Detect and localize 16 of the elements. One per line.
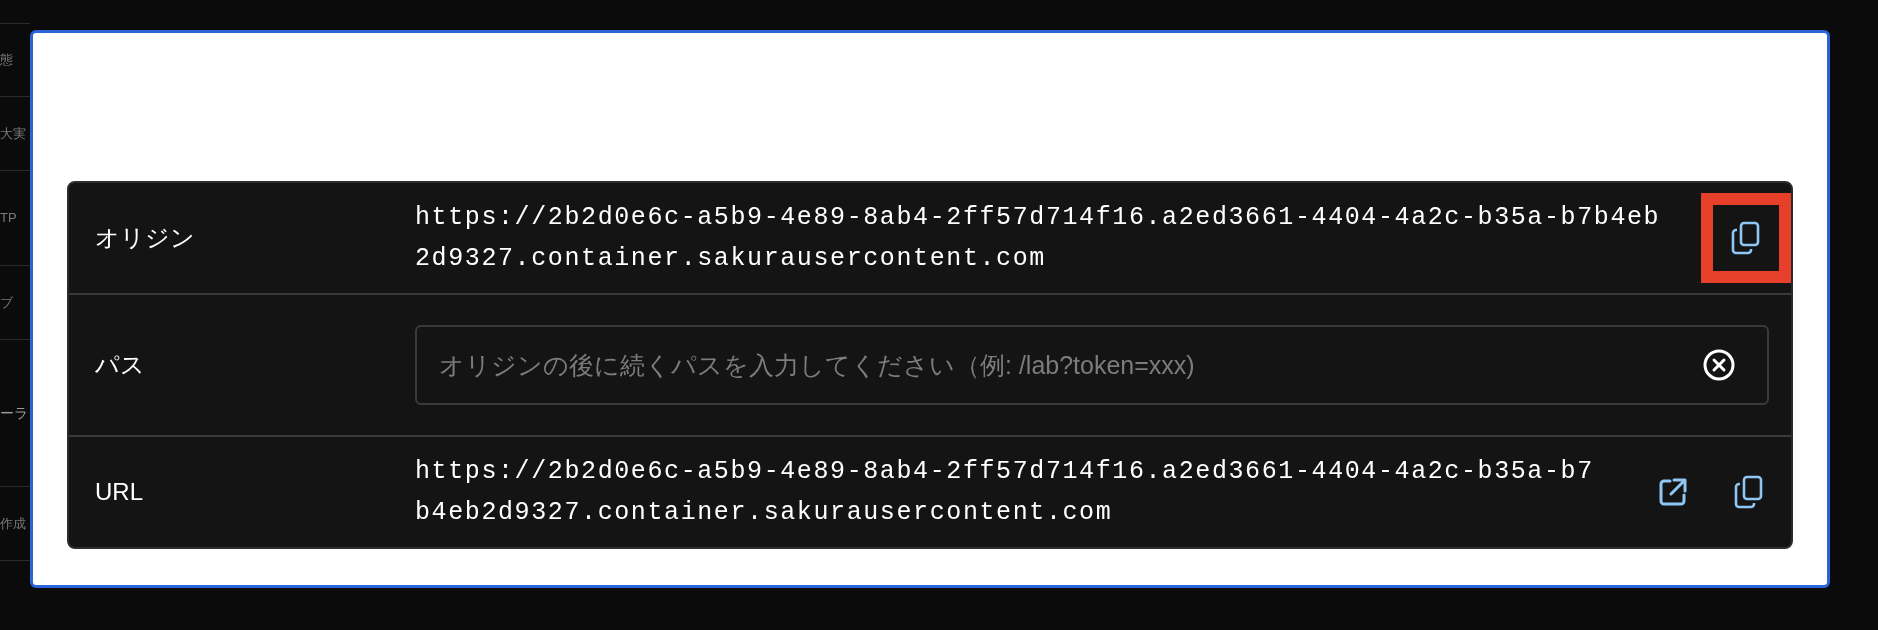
row-label: ブ bbox=[0, 293, 13, 312]
external-link-icon bbox=[1658, 477, 1688, 507]
field-label: パス bbox=[94, 350, 146, 380]
row-label: 態 bbox=[0, 51, 13, 70]
row-label: TP bbox=[0, 209, 17, 228]
path-input-field[interactable]: オリジンの後に続くパスを入力してください（例: /lab?token=xxx) bbox=[415, 325, 1769, 405]
clear-icon bbox=[1702, 348, 1736, 382]
copy-icon bbox=[1734, 475, 1764, 509]
field-label: オリジン bbox=[94, 223, 196, 253]
url-text: https://2b2d0e6c-a5b9-4e89-8ab4-2ff57d714f16.a2ed3661-4404-4a2c-b35a-b7b4eb2d9327.container.sakurausercontent.com bbox=[415, 202, 1662, 275]
url-text: https://2b2d0e6c-a5b9-4e89-8ab4-2ff57d714f16.a2ed3661-4404-4a2c-b35a-b7b4eb2d9327.container.sakurausercontent.com bbox=[415, 456, 1595, 529]
field-label: URL bbox=[94, 477, 144, 507]
section-heading: ーラ bbox=[0, 403, 28, 423]
row-label: 大実 bbox=[0, 124, 26, 143]
row-label: 作成 bbox=[0, 514, 26, 533]
copy-icon bbox=[1731, 221, 1761, 255]
